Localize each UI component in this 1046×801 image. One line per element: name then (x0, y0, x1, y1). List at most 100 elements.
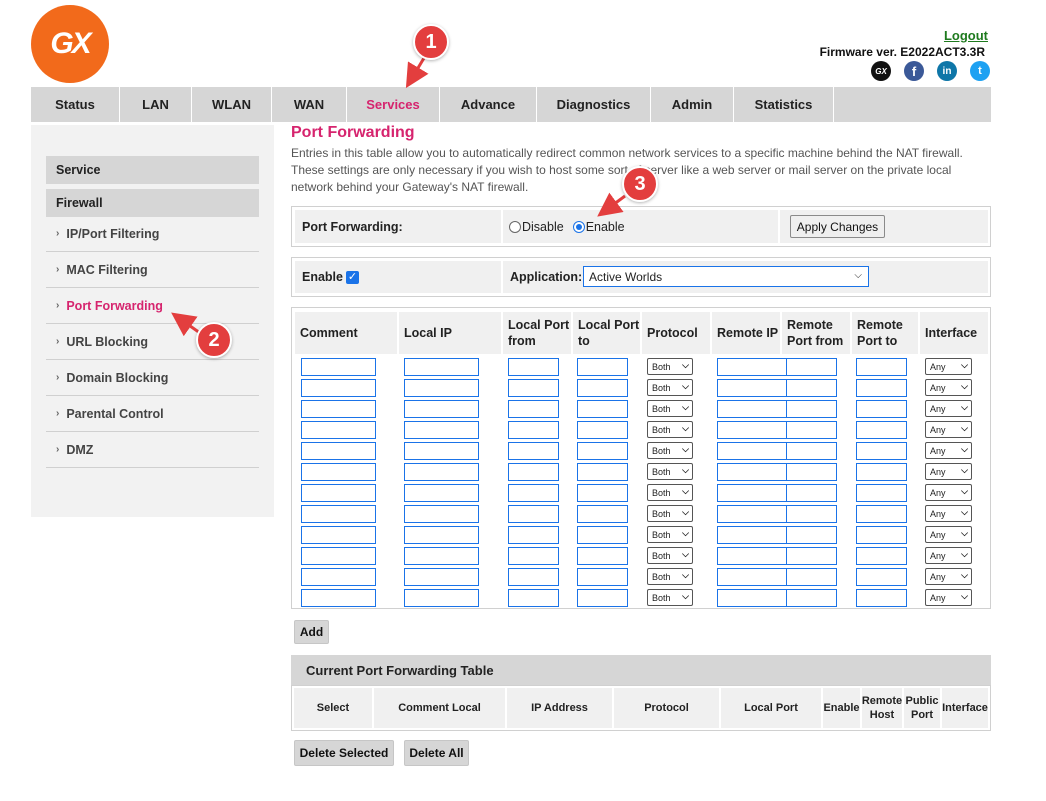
interface-select[interactable]: Any ⌵ (925, 379, 972, 396)
remote-port-to-input[interactable] (856, 400, 907, 418)
remote-port-from-input[interactable] (786, 589, 837, 607)
tab-wan[interactable]: WAN (272, 87, 347, 122)
remote-port-to-input[interactable] (856, 526, 907, 544)
local-port-from-input[interactable] (508, 484, 559, 502)
remote-port-to-input[interactable] (856, 484, 907, 502)
local-port-to-input[interactable] (577, 505, 628, 523)
gx-icon[interactable]: GX (871, 61, 891, 81)
sidebar-item-port-forwarding[interactable]: › Port Forwarding (46, 288, 259, 324)
tab-wlan[interactable]: WLAN (192, 87, 272, 122)
comment-input[interactable] (301, 379, 376, 397)
local-ip-input[interactable] (404, 463, 479, 481)
tab-admin[interactable]: Admin (651, 87, 734, 122)
protocol-select[interactable]: Both ⌵ (647, 568, 693, 585)
comment-input[interactable] (301, 547, 376, 565)
interface-select[interactable]: Any ⌵ (925, 400, 972, 417)
protocol-select[interactable]: Both ⌵ (647, 379, 693, 396)
interface-select[interactable]: Any ⌵ (925, 526, 972, 543)
remote-port-to-input[interactable] (856, 547, 907, 565)
local-ip-input[interactable] (404, 400, 479, 418)
remote-port-to-input[interactable] (856, 463, 907, 481)
interface-select[interactable]: Any ⌵ (925, 442, 972, 459)
local-port-from-input[interactable] (508, 442, 559, 460)
comment-input[interactable] (301, 400, 376, 418)
remote-port-from-input[interactable] (786, 442, 837, 460)
application-select[interactable]: Active Worlds ⌵ (583, 266, 869, 287)
interface-select[interactable]: Any ⌵ (925, 505, 972, 522)
protocol-select[interactable]: Both ⌵ (647, 442, 693, 459)
remote-ip-input[interactable] (717, 505, 787, 523)
protocol-select[interactable]: Both ⌵ (647, 505, 693, 522)
sidebar-section-firewall[interactable]: Firewall (46, 189, 259, 217)
sidebar-item-domain-blocking[interactable]: › Domain Blocking (46, 360, 259, 396)
remote-port-to-input[interactable] (856, 589, 907, 607)
local-port-to-input[interactable] (577, 463, 628, 481)
local-ip-input[interactable] (404, 379, 479, 397)
logout-link[interactable]: Logout (944, 28, 988, 43)
facebook-icon[interactable]: f (904, 61, 924, 81)
enable-radio[interactable]: Enable (572, 220, 625, 234)
enable-checkbox[interactable]: ✓ (346, 270, 359, 284)
remote-port-from-input[interactable] (786, 505, 837, 523)
remote-ip-input[interactable] (717, 547, 787, 565)
sidebar-item-ip-port-filtering[interactable]: › IP/Port Filtering (46, 216, 259, 252)
local-port-to-input[interactable] (577, 568, 628, 586)
local-ip-input[interactable] (404, 526, 479, 544)
interface-select[interactable]: Any ⌵ (925, 421, 972, 438)
remote-port-to-input[interactable] (856, 442, 907, 460)
protocol-select[interactable]: Both ⌵ (647, 463, 693, 480)
local-port-from-input[interactable] (508, 400, 559, 418)
protocol-select[interactable]: Both ⌵ (647, 400, 693, 417)
linkedin-icon[interactable]: in (937, 61, 957, 81)
protocol-select[interactable]: Both ⌵ (647, 484, 693, 501)
sidebar-section-service[interactable]: Service (46, 156, 259, 184)
tab-services[interactable]: Services (347, 87, 440, 122)
tab-status[interactable]: Status (31, 87, 120, 122)
local-port-from-input[interactable] (508, 505, 559, 523)
remote-port-from-input[interactable] (786, 358, 837, 376)
remote-ip-input[interactable] (717, 442, 787, 460)
delete-all-button[interactable]: Delete All (404, 740, 469, 766)
sidebar-item-mac-filtering[interactable]: › MAC Filtering (46, 252, 259, 288)
comment-input[interactable] (301, 526, 376, 544)
disable-radio[interactable]: Disable (509, 220, 564, 234)
local-port-from-input[interactable] (508, 589, 559, 607)
local-port-from-input[interactable] (508, 547, 559, 565)
remote-ip-input[interactable] (717, 463, 787, 481)
comment-input[interactable] (301, 442, 376, 460)
local-port-to-input[interactable] (577, 484, 628, 502)
remote-port-from-input[interactable] (786, 547, 837, 565)
tab-advance[interactable]: Advance (440, 87, 537, 122)
local-port-to-input[interactable] (577, 547, 628, 565)
local-ip-input[interactable] (404, 442, 479, 460)
remote-ip-input[interactable] (717, 568, 787, 586)
local-port-to-input[interactable] (577, 589, 628, 607)
remote-ip-input[interactable] (717, 484, 787, 502)
comment-input[interactable] (301, 568, 376, 586)
remote-port-from-input[interactable] (786, 526, 837, 544)
comment-input[interactable] (301, 589, 376, 607)
remote-port-to-input[interactable] (856, 379, 907, 397)
local-ip-input[interactable] (404, 505, 479, 523)
local-port-from-input[interactable] (508, 421, 559, 439)
local-port-from-input[interactable] (508, 379, 559, 397)
interface-select[interactable]: Any ⌵ (925, 547, 972, 564)
tab-lan[interactable]: LAN (120, 87, 192, 122)
remote-ip-input[interactable] (717, 358, 787, 376)
local-port-from-input[interactable] (508, 526, 559, 544)
remote-port-to-input[interactable] (856, 421, 907, 439)
local-port-to-input[interactable] (577, 379, 628, 397)
remote-ip-input[interactable] (717, 400, 787, 418)
local-port-to-input[interactable] (577, 358, 628, 376)
remote-port-to-input[interactable] (856, 358, 907, 376)
tab-diagnostics[interactable]: Diagnostics (537, 87, 651, 122)
add-button[interactable]: Add (294, 620, 329, 644)
protocol-select[interactable]: Both ⌵ (647, 421, 693, 438)
local-port-to-input[interactable] (577, 526, 628, 544)
comment-input[interactable] (301, 463, 376, 481)
local-ip-input[interactable] (404, 484, 479, 502)
apply-changes-button[interactable]: Apply Changes (790, 215, 885, 238)
comment-input[interactable] (301, 484, 376, 502)
comment-input[interactable] (301, 358, 376, 376)
local-port-from-input[interactable] (508, 358, 559, 376)
